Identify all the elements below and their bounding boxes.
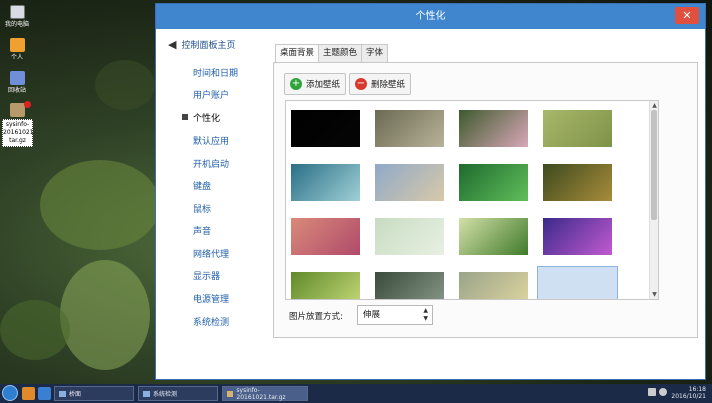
back-arrow-icon: ◀ [168, 38, 177, 51]
active-bullet-icon [182, 114, 188, 120]
spin-arrows-icon: ▲ ▼ [423, 307, 428, 322]
plus-icon: + [290, 78, 302, 90]
tab-theme-color[interactable]: 主题颜色 [318, 44, 363, 62]
volume-tray-icon[interactable] [659, 388, 667, 396]
wallpaper-thumbnail-dandelion[interactable] [375, 218, 444, 255]
placement-select[interactable]: 伸展 ▲ ▼ [357, 305, 433, 325]
clock-time: 16:18 [688, 386, 706, 393]
sidebar-item-personalization[interactable]: 个性化 [193, 111, 220, 124]
control-panel-home-link[interactable]: ◀ 控制面板主页 [168, 38, 235, 51]
clock-date: 2016/10/21 [671, 393, 706, 400]
computer-icon [9, 5, 25, 19]
archive-icon [227, 390, 234, 397]
taskbar-item-desktop[interactable]: 桥面 [54, 386, 134, 401]
desktop-icon-trash[interactable]: 回收站 [2, 71, 32, 95]
window-title: 个性化 [415, 11, 446, 22]
sidebar-item-datetime[interactable]: 时间和日期 [193, 66, 238, 79]
desktop-icon-label: 回收站 [7, 87, 26, 94]
taskbar-item-archive[interactable]: sysinfo-20161021.tar.gz [222, 386, 308, 401]
start-menu-icon[interactable] [2, 385, 18, 401]
sidebar-item-default-apps[interactable]: 默认应用 [193, 134, 229, 147]
wallpaper-thumbnail-bamboo-flower[interactable] [459, 164, 528, 201]
taskbar: 桥面 系统检测 sysinfo-20161021.tar.gz 16:18 20… [0, 384, 712, 403]
background-leaf [0, 300, 70, 360]
wallpaper-scrollbar[interactable]: ▲ ▼ [649, 101, 658, 299]
background-leaf [95, 60, 155, 110]
taskbar-item-label: sysinfo-20161021.tar.gz [236, 386, 286, 401]
sidebar: ◀ 控制面板主页 时间和日期 用户账户 个性化 默认应用 开机启动 键盘 鼠标 … [156, 29, 274, 379]
wallpaper-thumbnail-wood-steps[interactable] [375, 110, 444, 147]
file-manager-icon[interactable] [22, 387, 35, 400]
recycle-bin-icon [9, 71, 25, 85]
sidebar-item-keyboard[interactable]: 键盘 [193, 179, 211, 192]
desktop-icon-label: 我的电脑 [4, 21, 29, 28]
desktop-icon-label-line: sysinfo- [5, 121, 30, 128]
sidebar-item-sound[interactable]: 声音 [193, 224, 211, 237]
desktop-icon-label-line: tar.gz [9, 137, 26, 144]
desktop-window-icon [59, 390, 66, 397]
wallpaper-thumbnail-bird[interactable] [543, 164, 612, 201]
desktop-icon-label: 个人 [10, 54, 23, 61]
wallpaper-thumbnail-sunset-field[interactable] [459, 218, 528, 255]
sidebar-item-display[interactable]: 显示器 [193, 269, 220, 282]
taskbar-item-label: 系统检测 [153, 391, 178, 398]
placement-label: 图片放置方式: [289, 312, 343, 322]
sidebar-item-network-proxy[interactable]: 网络代理 [193, 247, 229, 260]
home-folder-icon [9, 38, 25, 52]
network-tray-icon[interactable] [648, 388, 656, 396]
wallpaper-thumbnail-purple-flare[interactable] [543, 218, 612, 255]
archive-icon [10, 101, 31, 117]
personalization-window: 个性化 ✕ ◀ 控制面板主页 时间和日期 用户账户 个性化 默认应用 开机启动 … [155, 3, 706, 380]
wallpaper-thumbnail-fern[interactable] [291, 272, 360, 299]
window-titlebar[interactable]: 个性化 ✕ [156, 4, 705, 29]
placement-value: 伸展 [363, 310, 381, 320]
wallpaper-thumbnail-black[interactable] [291, 110, 360, 147]
add-wallpaper-button[interactable]: + 添加壁纸 [284, 73, 347, 95]
sidebar-item-startup[interactable]: 开机启动 [193, 157, 229, 170]
background-leaf [40, 160, 160, 250]
close-button[interactable]: ✕ [675, 7, 699, 24]
wallpaper-grid: ▲ ▼ [285, 100, 659, 300]
wallpaper-thumbnail-spiral-road[interactable] [291, 164, 360, 201]
sidebar-item-users[interactable]: 用户账户 [193, 88, 229, 101]
minus-icon: − [355, 78, 367, 90]
tab-desktop-background[interactable]: 桌面背景 [275, 44, 320, 63]
add-wallpaper-label: 添加壁纸 [306, 80, 341, 90]
system-check-icon [143, 390, 150, 397]
browser-icon[interactable] [38, 387, 51, 400]
clock[interactable]: 16:18 2016/10/21 [671, 386, 706, 400]
wallpaper-thumbnail-yellow-rose[interactable] [459, 272, 528, 299]
tab-font[interactable]: 字体 [361, 44, 389, 62]
desktop-icon-archive[interactable]: sysinfo- 20161021. tar.gz [2, 101, 36, 147]
desktop-icon-home[interactable]: 个人 [2, 38, 32, 62]
scroll-down-icon[interactable]: ▼ [650, 290, 658, 299]
wallpaper-thumbnail-pink-flowers[interactable] [459, 110, 528, 147]
selected-highlight [537, 266, 618, 299]
tab-bar: 桌面背景 主题颜色 字体 [275, 44, 389, 63]
wallpaper-thumbnail-water-surface[interactable] [375, 272, 444, 299]
home-link-label: 控制面板主页 [181, 41, 236, 51]
desktop-icon-label-line: 20161021. [3, 129, 36, 136]
taskbar-item-label: 桥面 [69, 391, 82, 398]
wallpaper-thumbnail-beach[interactable] [375, 164, 444, 201]
desktop-icon-computer[interactable]: 我的电脑 [2, 5, 32, 29]
background-leaf [60, 260, 150, 370]
scroll-up-icon[interactable]: ▲ [650, 101, 658, 110]
sidebar-item-mouse[interactable]: 鼠标 [193, 202, 211, 215]
wallpaper-thumbnail-forest-moss[interactable] [537, 266, 618, 299]
wallpaper-thumbnail-green-field[interactable] [543, 110, 612, 147]
scrollbar-thumb[interactable] [651, 110, 657, 220]
wallpaper-thumbnail-petals[interactable] [291, 218, 360, 255]
sidebar-item-system-check[interactable]: 系统检测 [193, 315, 229, 328]
lock-badge-icon [24, 101, 31, 108]
taskbar-item-system-check[interactable]: 系统检测 [138, 386, 218, 401]
sidebar-item-power[interactable]: 电源管理 [193, 292, 229, 305]
remove-wallpaper-button[interactable]: − 删除壁纸 [349, 73, 412, 95]
remove-wallpaper-label: 删除壁纸 [371, 80, 406, 90]
